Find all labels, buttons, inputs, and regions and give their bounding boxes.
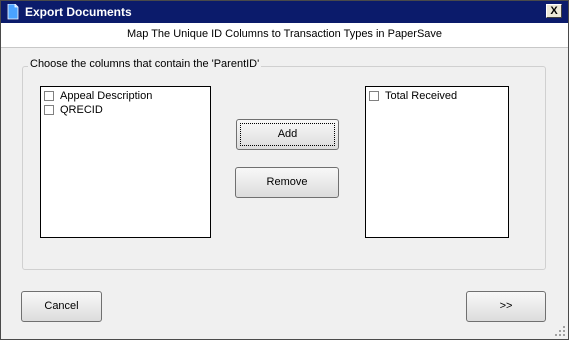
checkbox[interactable] — [44, 105, 54, 115]
selected-columns-list[interactable]: Total Received — [365, 86, 509, 238]
list-item-label: QRECID — [60, 104, 103, 116]
title-bar: Export Documents X — [1, 1, 568, 23]
checkbox[interactable] — [369, 91, 379, 101]
list-item-label: Total Received — [385, 90, 458, 102]
header-text: Map The Unique ID Columns to Transaction… — [126, 28, 443, 40]
list-item[interactable]: QRECID — [44, 103, 103, 117]
list-item[interactable]: Total Received — [369, 89, 457, 103]
focus-rectangle — [240, 123, 335, 146]
list-item[interactable]: Appeal Description — [44, 89, 152, 103]
close-button[interactable]: X — [546, 4, 562, 18]
available-columns-list[interactable]: Appeal Description QRECID — [40, 86, 211, 238]
group-label: Choose the columns that contain the 'Par… — [28, 58, 262, 70]
checkbox[interactable] — [44, 91, 54, 101]
cancel-button[interactable]: Cancel — [21, 291, 102, 322]
header-banner: Map The Unique ID Columns to Transaction… — [1, 23, 568, 48]
resize-grip-icon[interactable] — [554, 325, 566, 337]
add-button[interactable]: Add — [236, 119, 339, 150]
list-item-label: Appeal Description — [60, 90, 153, 102]
window-title: Export Documents — [25, 5, 132, 19]
export-documents-dialog: Export Documents X Map The Unique ID Col… — [0, 0, 569, 340]
remove-button[interactable]: Remove — [235, 167, 339, 198]
next-button[interactable]: >> — [466, 291, 546, 322]
document-icon — [7, 4, 19, 20]
